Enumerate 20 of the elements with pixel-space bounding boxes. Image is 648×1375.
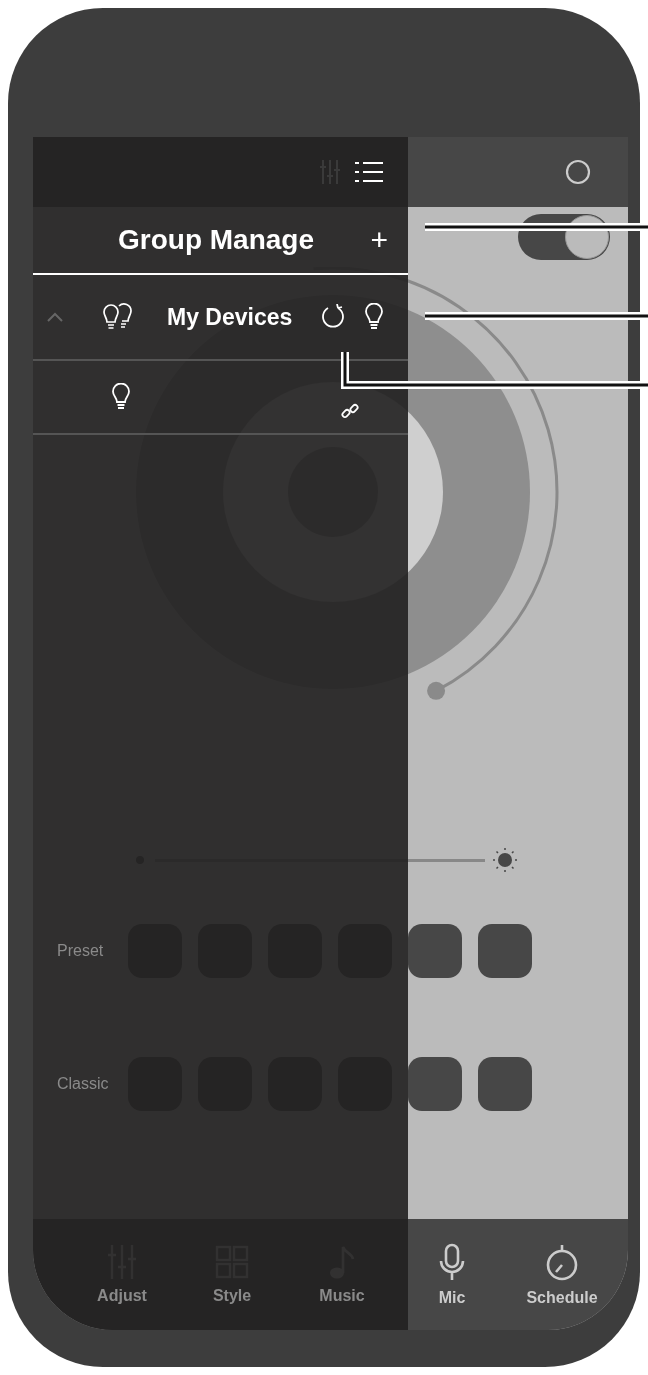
color-tile[interactable]: [478, 924, 532, 978]
circle-icon[interactable]: [565, 159, 591, 185]
group-name[interactable]: My Devices: [167, 303, 293, 331]
stopwatch-icon: [545, 1242, 579, 1281]
add-group-button[interactable]: +: [370, 223, 388, 257]
palette-label: Preset: [56, 942, 105, 960]
nav-tab[interactable]: Schedule: [507, 1219, 617, 1330]
bright-sun-icon: [493, 848, 517, 872]
color-tile[interactable]: [478, 1057, 532, 1111]
color-tile[interactable]: [408, 1057, 462, 1111]
color-tile[interactable]: [408, 924, 462, 978]
bulb-icon: [364, 303, 385, 331]
drawer-title: Group Manage: [118, 224, 315, 256]
palette-label: Classic: [56, 1075, 110, 1093]
bulbs-icon: [103, 302, 133, 332]
microphone-icon: [439, 1242, 465, 1281]
bulb-icon: [111, 383, 131, 411]
refresh-icon[interactable]: [320, 304, 347, 330]
link-icon[interactable]: [341, 402, 359, 420]
list-icon[interactable]: [355, 161, 383, 183]
